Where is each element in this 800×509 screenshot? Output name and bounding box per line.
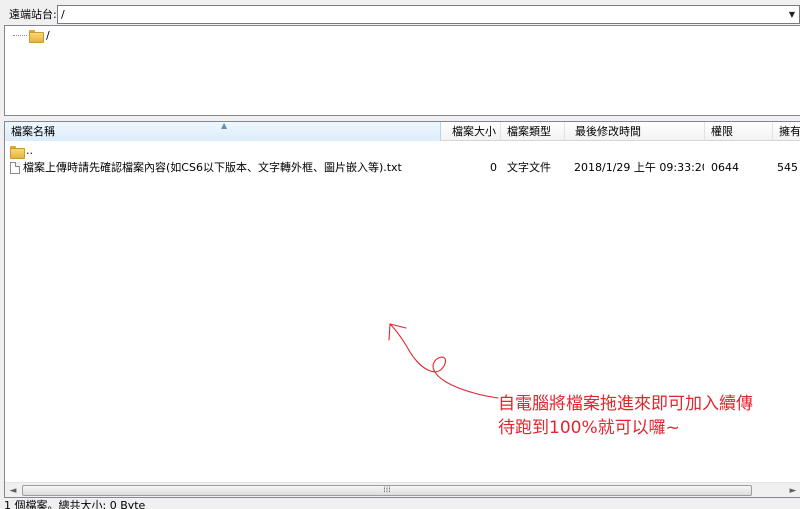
annotation-line-1: 自電腦將檔案拖進來即可加入續傳 — [498, 394, 753, 414]
column-header-name[interactable]: 檔案名稱 ▲ — [5, 122, 441, 141]
scroll-right-button[interactable]: ► — [785, 483, 800, 497]
scroll-left-button[interactable]: ◄ — [5, 483, 21, 497]
remote-site-bar: 遠端站台: / ▼ — [0, 4, 800, 24]
file-name: .. — [26, 144, 33, 157]
drag-drop-annotation: 自電腦將檔案拖進來即可加入續傳 待跑到100%就可以囉~ — [498, 392, 753, 440]
folder-icon — [10, 145, 25, 159]
file-modified: 2018/1/29 上午 09:33:20 — [574, 161, 704, 174]
file-type: 文字文件 — [507, 161, 551, 174]
remote-path-combobox[interactable]: / ▼ — [57, 5, 800, 24]
column-header-type[interactable]: 檔案類型 — [501, 122, 565, 141]
tree-connector — [13, 34, 27, 36]
column-header-size[interactable]: 檔案大小 — [441, 122, 501, 141]
chevron-down-icon[interactable]: ▼ — [785, 10, 799, 19]
list-item-parent-directory[interactable]: .. — [5, 143, 800, 159]
file-name-cell: .. — [10, 143, 33, 159]
list-item-file[interactable]: 檔案上傳時請先確認檔案內容(如CS6以下版本、文字轉外框、圖片嵌入等).txt … — [5, 160, 800, 176]
annotation-arrow — [388, 323, 499, 399]
scrollbar-thumb[interactable]: ⁞⁞⁞ — [22, 485, 752, 496]
file-name: 檔案上傳時請先確認檔案內容(如CS6以下版本、文字轉外框、圖片嵌入等).txt — [23, 161, 402, 174]
remote-directory-tree[interactable]: / — [4, 25, 800, 116]
file-owner: 545 5 — [777, 161, 800, 174]
remote-path-value[interactable]: / — [58, 8, 785, 21]
column-header-name-label: 檔案名稱 — [11, 125, 55, 138]
column-header-modified[interactable]: 最後修改時間 — [565, 122, 705, 141]
horizontal-scrollbar[interactable]: ◄ ⁞⁞⁞ ► — [5, 482, 800, 497]
column-header-permissions[interactable]: 權限 — [705, 122, 773, 141]
file-icon — [10, 162, 20, 174]
column-header-owner[interactable]: 擁有人/群組 — [773, 122, 800, 141]
status-bar: 1 個檔案。總共大小: 0 Byte — [4, 499, 146, 509]
file-size: 0 — [490, 161, 497, 174]
annotation-line-2: 待跑到100%就可以囉~ — [498, 418, 680, 438]
tree-item-root[interactable]: / — [13, 28, 50, 43]
sort-ascending-icon: ▲ — [221, 122, 228, 130]
file-list-header: 檔案名稱 ▲ 檔案大小 檔案類型 最後修改時間 權限 擁有人/群組 — [5, 122, 800, 141]
folder-icon — [29, 29, 44, 43]
file-name-cell: 檔案上傳時請先確認檔案內容(如CS6以下版本、文字轉外框、圖片嵌入等).txt — [10, 160, 402, 176]
remote-site-label: 遠端站台: — [9, 8, 57, 21]
tree-item-label: / — [46, 28, 50, 42]
file-permissions: 0644 — [711, 161, 739, 174]
